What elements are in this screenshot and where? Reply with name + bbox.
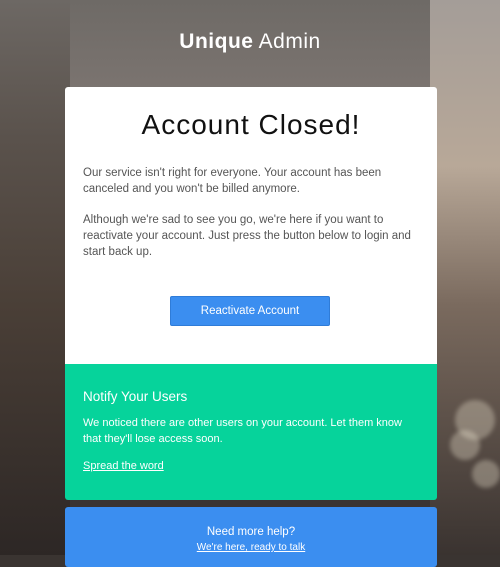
notify-users-panel: Notify Your Users We noticed there are o… <box>65 364 437 500</box>
reactivate-account-button[interactable]: Reactivate Account <box>170 296 330 326</box>
help-panel: Need more help? We're here, ready to tal… <box>65 507 437 567</box>
notify-title: Notify Your Users <box>83 389 188 404</box>
brand-name-light: Admin <box>258 30 321 53</box>
brand-logo[interactable]: Unique Admin <box>0 30 500 54</box>
reactivation-message: Although we're sad to see you go, we're … <box>83 214 411 258</box>
bokeh-light <box>472 460 500 488</box>
spread-the-word-link[interactable]: Spread the word <box>83 460 164 472</box>
bokeh-light <box>450 430 480 460</box>
background-left <box>0 0 70 555</box>
page-title: Account Closed! <box>141 109 361 140</box>
cancellation-message: Our service isn't right for everyone. Yo… <box>83 167 382 195</box>
help-question: Need more help? <box>206 526 296 538</box>
account-closed-card: Account Closed! Our service isn't right … <box>65 87 437 364</box>
notify-message: We noticed there are other users on your… <box>83 417 402 445</box>
contact-support-link[interactable]: We're here, ready to talk <box>65 542 437 553</box>
brand-name-bold: Unique <box>179 30 254 53</box>
